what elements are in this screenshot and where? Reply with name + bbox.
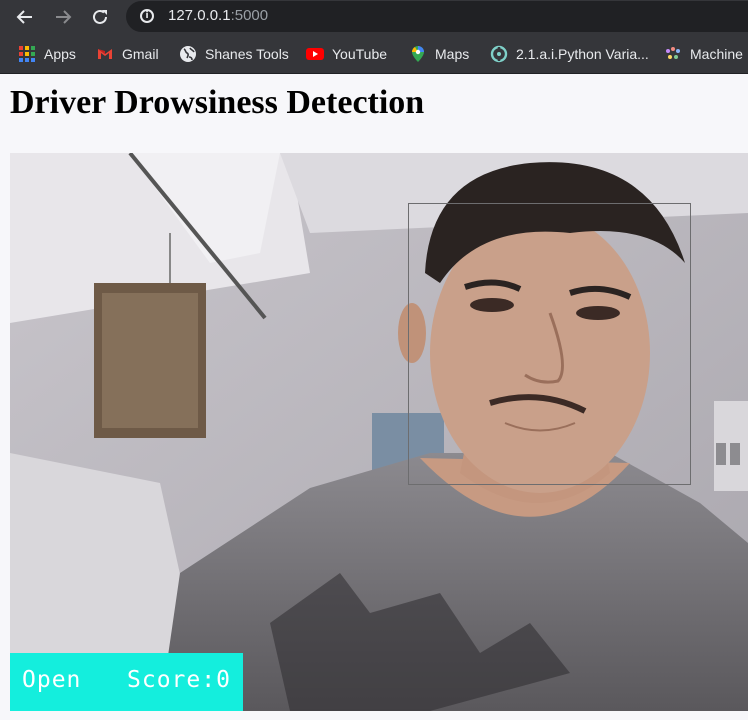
browser-toolbar: i 127.0.0.1:5000	[0, 0, 748, 34]
bookmark-gmail[interactable]: Gmail	[96, 44, 159, 64]
webcam-video-feed	[10, 153, 748, 711]
bookmark-maps[interactable]: Maps	[409, 44, 469, 64]
bookmark-machine[interactable]: Machine	[664, 44, 743, 64]
reload-button[interactable]	[87, 4, 113, 30]
bookmark-apps[interactable]: Apps	[18, 44, 76, 64]
apps-grid-icon	[18, 45, 36, 63]
eye-state-label: Open	[22, 667, 82, 693]
bookmark-label: Apps	[44, 46, 76, 62]
bookmark-label: Shanes Tools	[205, 46, 289, 62]
arrow-left-icon	[16, 10, 32, 24]
gmail-icon	[98, 49, 112, 59]
bookmark-python-variables[interactable]: 2.1.a.i.Python Varia...	[490, 44, 649, 64]
drowsiness-status-bar: Open Score:0	[10, 653, 243, 711]
maps-pin-icon	[412, 46, 424, 62]
bookmark-label: Maps	[435, 46, 470, 62]
site-info-icon[interactable]: i	[140, 9, 154, 23]
bookmark-label: 2.1.a.i.Python Varia...	[516, 46, 649, 62]
bookmark-label: Machine	[690, 46, 743, 62]
bookmark-youtube[interactable]: YouTube	[306, 44, 387, 64]
reload-icon	[93, 9, 107, 24]
address-bar[interactable]: i 127.0.0.1:5000	[126, 1, 748, 32]
back-button[interactable]	[12, 4, 38, 30]
face-detection-box	[408, 203, 691, 485]
machine-learning-icon	[666, 47, 680, 59]
bookmark-shanes-tools[interactable]: Shanes Tools	[179, 44, 289, 64]
youtube-icon	[306, 48, 324, 60]
url-port: :5000	[230, 7, 269, 24]
bookmark-label: Gmail	[122, 46, 159, 62]
browser-chrome: i 127.0.0.1:5000 Apps Gmail Shanes Tools…	[0, 0, 748, 74]
url-host: 127.0.0.1	[168, 7, 231, 24]
bookmarks-bar: Apps Gmail Shanes Tools YouTube Maps 2.1…	[0, 34, 748, 74]
python-course-icon	[490, 45, 508, 63]
bookmark-label: YouTube	[332, 46, 388, 62]
arrow-right-icon	[56, 10, 72, 24]
forward-button[interactable]	[50, 4, 76, 30]
url-text[interactable]: 127.0.0.1:5000	[168, 7, 268, 24]
page-title: Driver Drowsiness Detection	[10, 84, 425, 121]
globe-icon	[180, 46, 196, 62]
score-label: Score:0	[127, 667, 231, 693]
